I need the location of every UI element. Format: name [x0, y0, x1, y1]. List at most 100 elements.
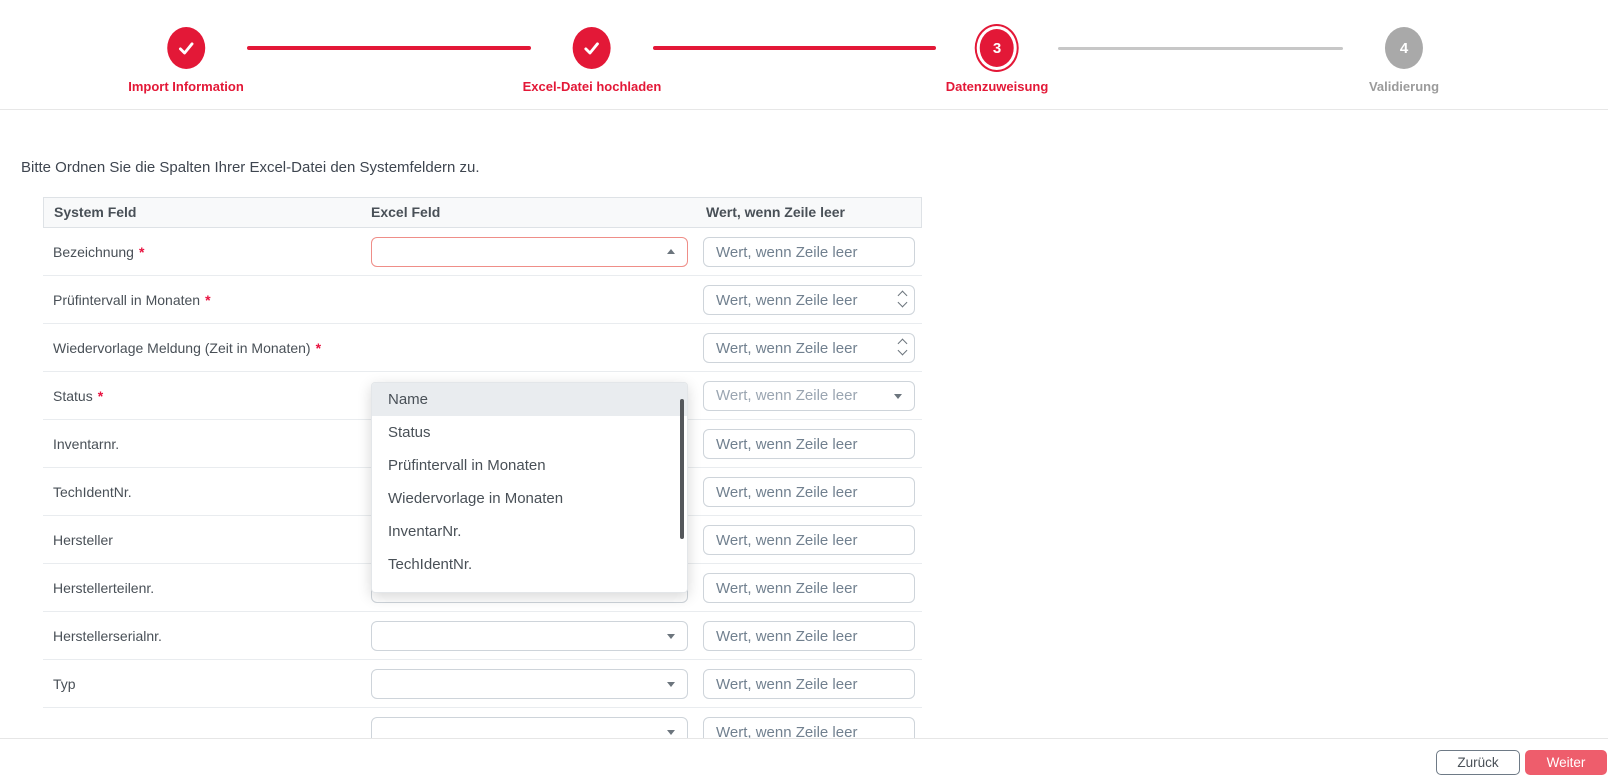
system-field-text: Status — [53, 388, 93, 404]
system-field-label: Bezeichnung * — [53, 228, 144, 276]
mapping-content: Bitte Ordnen Sie die Spalten Ihrer Excel… — [0, 111, 1608, 738]
required-marker: * — [316, 340, 321, 356]
chevron-down-icon — [667, 682, 675, 687]
mapping-instruction: Bitte Ordnen Sie die Spalten Ihrer Excel… — [21, 159, 480, 176]
step-3-label: Datenzuweisung — [946, 79, 1049, 94]
stepper-connector-2 — [653, 46, 936, 50]
required-marker: * — [205, 292, 210, 308]
excel-field-select[interactable] — [371, 717, 688, 738]
system-field-label: Inventarnr. — [53, 420, 119, 468]
empty-value-input[interactable] — [703, 717, 915, 738]
table-row: Herstellerserialnr. — [43, 612, 922, 660]
step-validation[interactable]: 4 Validierung — [1369, 27, 1439, 94]
spinner-down-icon — [898, 298, 908, 308]
number-spinner-icon[interactable] — [899, 340, 906, 354]
table-row: Prüfintervall in Monaten * — [43, 276, 922, 324]
table-header-row: System Feld Excel Feld Wert, wenn Zeile … — [43, 197, 922, 228]
system-field-text: Wiedervorlage Meldung (Zeit in Monaten) — [53, 340, 311, 356]
chevron-down-icon — [667, 730, 675, 735]
dropdown-option[interactable]: Prüfintervall in Monaten — [372, 449, 687, 482]
empty-value-input[interactable] — [703, 525, 915, 555]
table-row: Typ — [43, 660, 922, 708]
system-field-text: Bezeichnung — [53, 244, 134, 260]
empty-value-input[interactable] — [703, 429, 915, 459]
step-1-check-icon — [167, 27, 205, 69]
excel-field-select[interactable] — [371, 669, 688, 699]
chevron-down-icon — [894, 394, 902, 399]
empty-value-input[interactable] — [703, 285, 915, 315]
required-marker: * — [139, 244, 144, 260]
spinner-down-icon — [898, 346, 908, 356]
empty-value-field — [703, 717, 915, 738]
chevron-down-icon — [667, 634, 675, 639]
system-field-label: TechIdentNr. — [53, 468, 132, 516]
system-field-text: Herstellerteilenr. — [53, 580, 154, 596]
header-system-field: System Feld — [54, 198, 136, 227]
empty-value-select[interactable]: Wert, wenn Zeile leer — [703, 381, 915, 411]
empty-value-input[interactable] — [703, 237, 915, 267]
dropdown-option[interactable]: Status — [372, 416, 687, 449]
empty-value-input[interactable] — [703, 477, 915, 507]
step-4-label: Validierung — [1369, 79, 1439, 94]
system-field-text: Inventarnr. — [53, 436, 119, 452]
next-button[interactable]: Weiter — [1525, 750, 1607, 775]
system-field-label: Herstellerserialnr. — [53, 612, 162, 660]
excel-field-select[interactable] — [371, 237, 688, 267]
dropdown-scrollbar[interactable] — [680, 399, 684, 539]
system-field-text: Herstellerserialnr. — [53, 628, 162, 644]
empty-value-input[interactable] — [703, 333, 915, 363]
empty-value-field — [703, 285, 915, 315]
empty-value-field — [703, 333, 915, 363]
system-field-label: Wiedervorlage Meldung (Zeit in Monaten) * — [53, 324, 321, 372]
empty-value-input[interactable] — [703, 669, 915, 699]
step-import-information[interactable]: Import Information — [128, 27, 244, 94]
system-field-text: Prüfintervall in Monaten — [53, 292, 200, 308]
system-field-label: Hersteller — [53, 516, 113, 564]
step-3-active-ring: 3 — [975, 24, 1019, 72]
step-3-number: 3 — [980, 29, 1014, 67]
empty-value-field — [703, 573, 915, 603]
system-field-label: Prüfintervall in Monaten * — [53, 276, 211, 324]
excel-field-select[interactable] — [371, 621, 688, 651]
stepper-connector-1 — [247, 46, 531, 50]
step-data-mapping[interactable]: 3 Datenzuweisung — [946, 24, 1049, 94]
system-field-label: Typ — [53, 660, 76, 708]
stepper-connector-3 — [1058, 47, 1343, 50]
dropdown-option[interactable]: Name — [372, 383, 687, 416]
step-2-label: Excel-Datei hochladen — [523, 79, 662, 94]
excel-field-dropdown-panel: NameStatusPrüfintervall in MonatenWieder… — [371, 382, 688, 593]
step-4-number: 4 — [1385, 27, 1423, 69]
number-spinner-icon[interactable] — [899, 292, 906, 306]
empty-value-field — [703, 477, 915, 507]
empty-value-field — [703, 237, 915, 267]
dropdown-option[interactable]: TechIdentNr. — [372, 548, 687, 581]
back-button[interactable]: Zurück — [1436, 750, 1520, 775]
system-field-text: Typ — [53, 676, 76, 692]
required-marker: * — [98, 388, 103, 404]
step-excel-upload[interactable]: Excel-Datei hochladen — [523, 27, 662, 94]
table-row: Bezeichnung * — [43, 228, 922, 276]
empty-value-field — [703, 525, 915, 555]
header-excel-field: Excel Feld — [371, 198, 440, 227]
wizard-footer: Zurück Weiter — [0, 738, 1608, 778]
table-row: Wiedervorlage Meldung (Zeit in Monaten) * — [43, 324, 922, 372]
header-empty-value: Wert, wenn Zeile leer — [706, 198, 845, 227]
dropdown-option-list: NameStatusPrüfintervall in MonatenWieder… — [372, 383, 687, 581]
system-field-text: TechIdentNr. — [53, 484, 132, 500]
system-field-label: Status * — [53, 372, 103, 420]
empty-value-field — [703, 669, 915, 699]
empty-value-select-placeholder: Wert, wenn Zeile leer — [716, 382, 857, 410]
step-1-label: Import Information — [128, 79, 244, 94]
empty-value-input[interactable] — [703, 573, 915, 603]
chevron-up-icon — [667, 249, 675, 254]
import-wizard-stepper: Import Information Excel-Datei hochladen… — [0, 0, 1608, 110]
empty-value-input[interactable] — [703, 621, 915, 651]
system-field-text: Hersteller — [53, 532, 113, 548]
empty-value-field — [703, 621, 915, 651]
system-field-label: Herstellerteilenr. — [53, 564, 154, 612]
empty-value-field — [703, 429, 915, 459]
dropdown-option[interactable]: Wiedervorlage in Monaten — [372, 482, 687, 515]
dropdown-option[interactable]: InventarNr. — [372, 515, 687, 548]
table-row-partial — [43, 708, 922, 738]
step-2-check-icon — [573, 27, 611, 69]
